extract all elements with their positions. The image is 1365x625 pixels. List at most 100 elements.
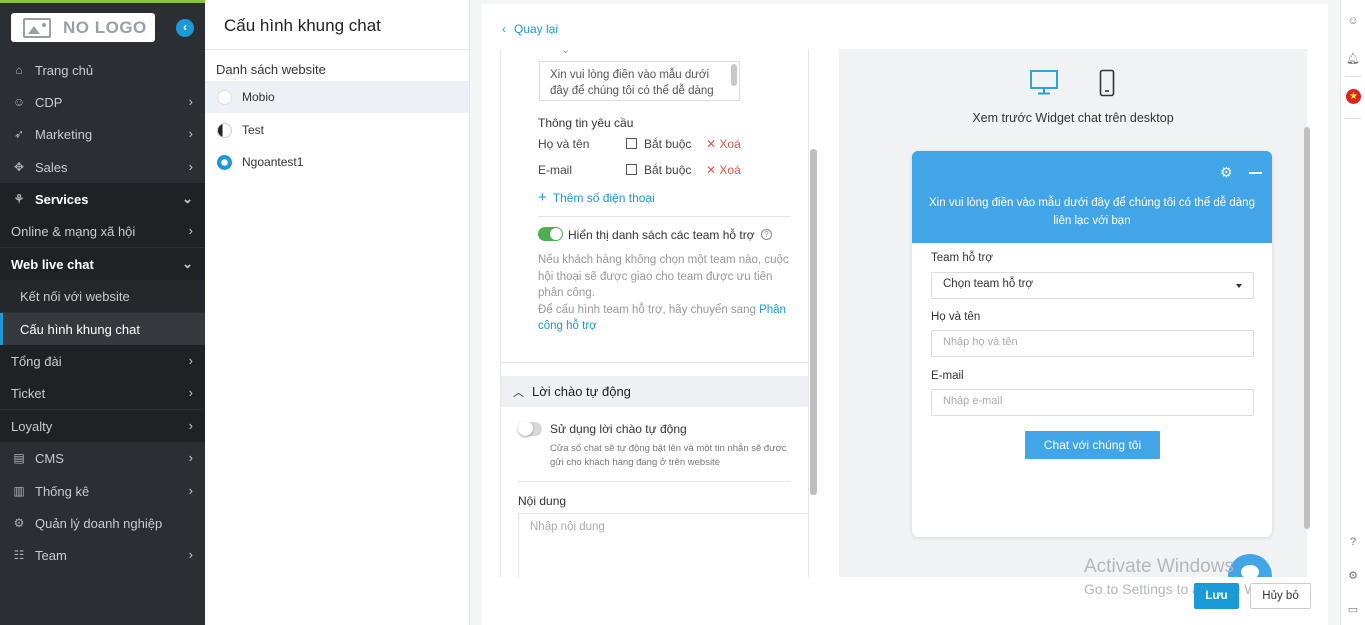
show-teams-toggle[interactable]: [538, 227, 563, 241]
sidebar-item-label: Web live chat: [11, 256, 94, 272]
name-placeholder: Nhập họ và tên: [943, 336, 1018, 348]
desktop-icon[interactable]: [1029, 69, 1059, 95]
website-item-mobio[interactable]: Mobio: [205, 81, 469, 113]
back-link[interactable]: ‹ Quay lại: [502, 22, 558, 36]
chevron-right-icon: ›: [188, 94, 193, 109]
sidebar-item-loyalty[interactable]: Loyalty ›: [0, 410, 205, 442]
sidebar-item-label: Online & mạng xã hội: [11, 223, 136, 239]
team-label: Team hỗ trợ: [931, 252, 993, 264]
chevron-right-icon: ›: [188, 385, 193, 400]
greeting-toggle[interactable]: [518, 421, 542, 436]
add-phone-label: Thêm số điện thoại: [552, 191, 655, 205]
email-input[interactable]: Nhập e-mail: [931, 389, 1254, 416]
website-item-test[interactable]: Test: [205, 114, 469, 146]
form-message-textarea[interactable]: Xin vui lòng điền vào mẫu dưới đây để ch…: [539, 61, 740, 101]
chart-icon: ▥: [13, 484, 25, 498]
sidebar-item-label: Kết nối với website: [20, 288, 130, 304]
scrollbar[interactable]: [731, 64, 737, 86]
save-button[interactable]: Lưu: [1194, 583, 1239, 609]
sidebar-item-services[interactable]: ⚘ Services ⌄: [0, 183, 205, 215]
main-sidebar: NO LOGO ‹ ⌂ Trang chủ ☺ CDP › ➶ Marketin…: [0, 0, 205, 625]
gear-icon[interactable]: ⚙: [1220, 164, 1233, 181]
widget-preview-panel: Xem trước Widget chat trên desktop ⚙ Xin…: [839, 49, 1307, 577]
cancel-button[interactable]: Hủy bỏ: [1250, 583, 1311, 609]
gear-icon[interactable]: ⚙: [1346, 569, 1360, 583]
website-list-panel: Cấu hình khung chat Danh sách website Mo…: [205, 0, 470, 625]
chevron-up-icon: ︿: [513, 386, 524, 399]
chevron-down-icon: ⌄: [182, 191, 193, 206]
sidebar-item-label: Trang chủ: [35, 62, 94, 78]
chevron-right-icon: ›: [188, 353, 193, 368]
sidebar-item-home[interactable]: ⌂ Trang chủ: [0, 54, 205, 86]
sidebar-item-online-social[interactable]: Online & mạng xã hội ›: [0, 215, 205, 247]
plus-icon: +: [538, 189, 547, 206]
add-phone-button[interactable]: + Thêm số điện thoại: [538, 189, 655, 206]
sidebar-item-label: Thống kê: [35, 483, 90, 499]
website-name: Mobio: [242, 90, 275, 104]
user-icon[interactable]: ☺: [1346, 14, 1360, 28]
form-scrollbar[interactable]: [810, 149, 817, 495]
preview-scrollbar[interactable]: [1304, 127, 1310, 529]
chat-launcher-icon[interactable]: [1228, 554, 1272, 577]
required-checkbox[interactable]: [626, 164, 637, 175]
widget-message: Xin vui lòng điền vào mẫu dưới đây để ch…: [929, 197, 1255, 227]
required-label: Bắt buộc: [644, 137, 692, 151]
sidebar-item-sales[interactable]: ✥ Sales ›: [0, 151, 205, 183]
logo-text: NO LOGO: [63, 17, 147, 37]
sidebar-item-website-connect[interactable]: Kết nối với website: [0, 280, 205, 312]
sidebar-item-label: Cấu hình khung chat: [20, 321, 140, 337]
image-placeholder-icon: [23, 17, 51, 38]
team-icon: ☷: [13, 548, 25, 562]
team-select-value: Chọn team hỗ trợ: [943, 278, 1034, 290]
caret-down-icon: [1236, 284, 1242, 288]
delete-field-button[interactable]: ✕ Xoá: [706, 137, 741, 151]
teams-info-text: Nếu khách hàng không chọn một team nào, …: [538, 252, 793, 335]
collapse-sidebar-button[interactable]: ‹: [176, 19, 194, 37]
sidebar-item-call-center[interactable]: Tổng đài ›: [0, 345, 205, 377]
sidebar-item-statistics[interactable]: ▥ Thống kê ›: [0, 475, 205, 507]
minimize-icon[interactable]: [1249, 172, 1262, 174]
sidebar-item-label: Services: [35, 191, 89, 207]
rocket-icon: ➶: [13, 127, 25, 141]
team-select[interactable]: Chọn team hỗ trợ: [931, 272, 1254, 299]
name-label: Họ và tên: [931, 311, 981, 323]
sidebar-item-web-live-chat[interactable]: Web live chat ⌄: [0, 248, 205, 280]
textarea-value: Xin vui lòng điền vào mẫu dưới đây để ch…: [550, 69, 714, 97]
bell-icon[interactable]: 🔔︎: [1346, 52, 1360, 66]
content-textarea[interactable]: Nhập nội dung: [518, 513, 808, 577]
chat-with-us-button[interactable]: Chat với chúng tôi: [1025, 431, 1160, 459]
help-icon[interactable]: ?: [761, 229, 772, 240]
back-label: Quay lại: [514, 22, 559, 36]
monitor-icon[interactable]: ▭: [1346, 603, 1360, 617]
widget-header: ⚙ Xin vui lòng điền vào mẫu dưới đây để …: [912, 151, 1272, 243]
request-info-label: Thông tin yêu cầu: [538, 116, 634, 130]
website-logo: [217, 89, 232, 105]
divider: [518, 481, 791, 482]
chevron-left-icon: ‹: [502, 22, 506, 36]
sidebar-item-marketing[interactable]: ➶ Marketing ›: [0, 118, 205, 150]
name-input[interactable]: Nhập họ và tên: [931, 330, 1254, 357]
sidebar-item-cdp[interactable]: ☺ CDP ›: [0, 86, 205, 118]
help-icon[interactable]: ?: [1346, 535, 1360, 549]
sidebar-item-label: Tổng đài: [11, 353, 62, 369]
field-row-name: Họ và tên Bắt buộc ✕ Xoá: [538, 137, 778, 153]
sidebar-item-chat-config[interactable]: Cấu hình khung chat: [0, 313, 205, 345]
chevron-down-icon: ⌄: [182, 256, 193, 271]
services-icon: ⚘: [13, 192, 25, 206]
greeting-section-header[interactable]: ︿ Lời chào tự động: [501, 376, 808, 407]
divider: [538, 216, 791, 217]
logo: NO LOGO: [11, 13, 155, 42]
delete-field-button[interactable]: ✕ Xoá: [706, 163, 741, 177]
chevron-right-icon: ›: [188, 450, 193, 465]
teams-info-1: Nếu khách hàng không chọn một team nào, …: [538, 254, 789, 299]
mobile-icon[interactable]: [1099, 69, 1115, 97]
vietnam-flag-icon[interactable]: ★: [1346, 89, 1361, 104]
field-name: Họ và tên: [538, 137, 590, 151]
sidebar-item-enterprise[interactable]: ⚙ Quản lý doanh nghiệp: [0, 507, 205, 539]
sidebar-item-team[interactable]: ☷ Team ›: [0, 539, 205, 571]
required-checkbox[interactable]: [626, 138, 637, 149]
sidebar-item-cms[interactable]: ▤ CMS ›: [0, 442, 205, 474]
page-title: Cấu hình khung chat: [224, 16, 381, 35]
sidebar-item-ticket[interactable]: Ticket ›: [0, 377, 205, 409]
website-item-ngoantest1[interactable]: Ngoantest1: [205, 146, 469, 178]
